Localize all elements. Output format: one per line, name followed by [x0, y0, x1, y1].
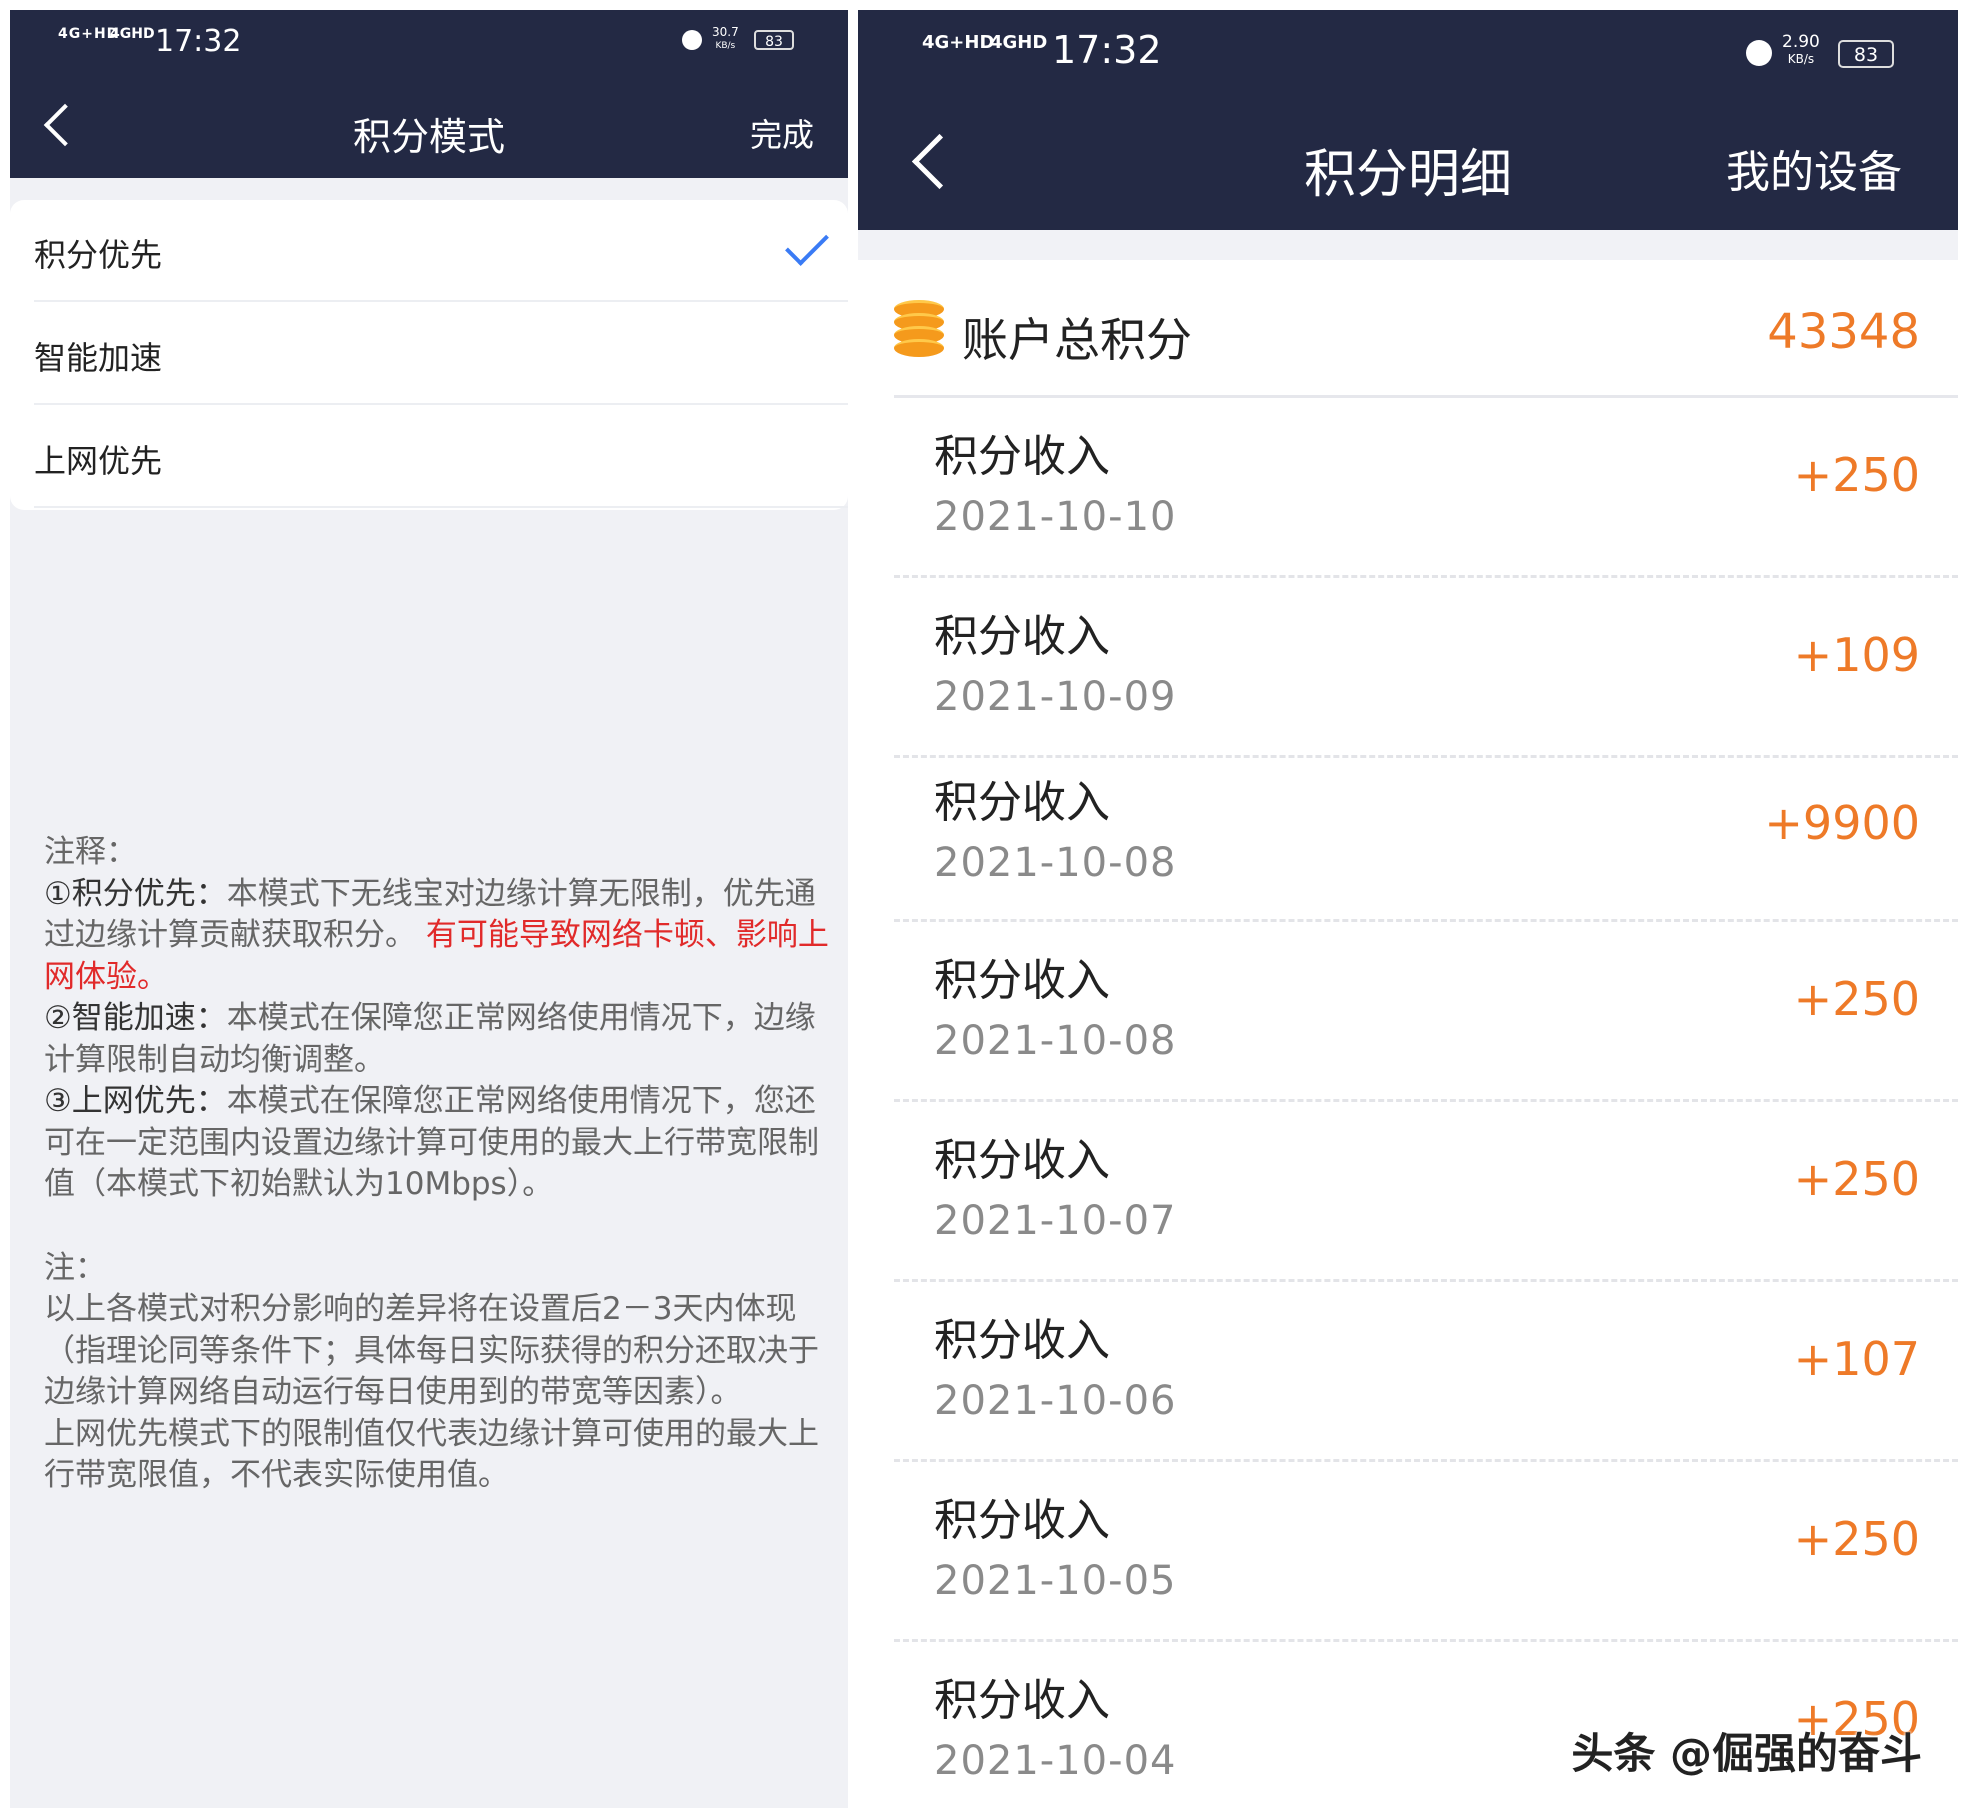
note-item-1-title: ①积分优先：: [44, 875, 227, 912]
mode-options-list: 积分优先 智能加速 上网优先: [10, 200, 848, 510]
record-amount: +107: [1793, 1332, 1920, 1386]
total-points-row: 账户总积分 43348: [858, 260, 1958, 398]
mode-settings-screen: 4G+HD 4GHD 17:32 30.7 KB/s 83 积分模式 完成 积分…: [10, 10, 848, 1808]
record-amount: +109: [1793, 628, 1920, 682]
note-item-3: ③上网优先：本模式在保障您正常网络使用情况下，您还可在一定范围内设置边缘计算可使…: [44, 1081, 834, 1206]
status-time: 17:32: [1052, 28, 1162, 72]
watermark: 头条 @倔强的奋斗: [1571, 1729, 1922, 1778]
speed-value: 2.90: [1782, 32, 1820, 52]
nav-bar: 积分明细 我的设备: [858, 96, 1958, 230]
total-points-value: 43348: [1767, 304, 1920, 360]
list-item[interactable]: 积分收入 2021-10-06 +107: [894, 1282, 1958, 1462]
signal-4g-icon: 4GHD: [990, 32, 1048, 53]
nav-bar: 积分模式 完成: [10, 84, 848, 178]
signal-4g-plus-icon: 4G+HD: [922, 32, 995, 53]
note-heading: 注：: [44, 1249, 106, 1286]
record-date: 2021-10-08: [934, 840, 1177, 886]
network-speed: 30.7 KB/s: [712, 26, 739, 52]
record-label: 积分收入: [934, 611, 1110, 662]
notes-heading: 注释：: [44, 834, 137, 870]
option-label: 积分优先: [34, 236, 163, 274]
signal-4g-icon: 4GHD: [110, 26, 155, 42]
points-detail-screen: 4G+HD 4GHD 17:32 2.90 KB/s 83 积分明细 我的设备 …: [858, 10, 1958, 1808]
checkmark-icon: [785, 222, 829, 266]
record-date: 2021-10-06: [934, 1378, 1177, 1424]
coin-stack-icon: [894, 300, 944, 358]
battery-icon: 83: [754, 30, 794, 50]
list-item[interactable]: 积分收入 2021-10-09 +109: [894, 578, 1958, 758]
record-amount: +250: [1793, 448, 1920, 502]
status-bar: 4G+HD 4GHD 17:32 2.90 KB/s 83: [858, 10, 1958, 96]
page-title: 积分模式: [352, 115, 505, 159]
record-amount: +9900: [1764, 796, 1920, 850]
list-item[interactable]: 积分收入 2021-10-08 +9900: [894, 758, 1958, 922]
note-item-2: ②智能加速：本模式在保障您正常网络使用情况下，边缘计算限制自动均衡调整。: [44, 998, 834, 1081]
option-points-priority[interactable]: 积分优先: [34, 200, 848, 302]
total-points-label: 账户总积分: [962, 313, 1192, 367]
alarm-icon: [1746, 40, 1772, 66]
record-label: 积分收入: [934, 1495, 1110, 1546]
section-divider: [858, 230, 1958, 260]
option-smart-boost[interactable]: 智能加速: [34, 303, 848, 405]
option-label: 智能加速: [34, 339, 163, 377]
record-label: 积分收入: [934, 777, 1110, 828]
record-date: 2021-10-05: [934, 1558, 1177, 1604]
battery-icon: 83: [1838, 40, 1894, 68]
my-device-button[interactable]: 我的设备: [1726, 136, 1902, 200]
record-date: 2021-10-09: [934, 674, 1177, 720]
option-internet-priority[interactable]: 上网优先: [34, 406, 848, 508]
network-speed: 2.90 KB/s: [1782, 34, 1820, 67]
status-bar: 4G+HD 4GHD 17:32 30.7 KB/s 83: [10, 10, 848, 84]
speed-unit: KB/s: [1787, 52, 1815, 66]
record-label: 积分收入: [934, 955, 1110, 1006]
alarm-icon: [682, 30, 702, 50]
list-item[interactable]: 积分收入 2021-10-05 +250: [894, 1462, 1958, 1642]
record-date: 2021-10-08: [934, 1018, 1177, 1064]
notes-section: 注释： ①积分优先：本模式下无线宝对边缘计算无限制，优先通过边缘计算贡献获取积分…: [44, 832, 834, 1497]
note-item-3-title: ③上网优先：: [44, 1083, 227, 1119]
record-label: 积分收入: [934, 1135, 1110, 1186]
speed-value: 30.7: [712, 25, 739, 39]
done-button[interactable]: 完成: [750, 110, 814, 156]
option-label: 上网优先: [34, 442, 163, 480]
speed-unit: KB/s: [715, 41, 736, 51]
note-text-2: 上网优先模式下的限制值仅代表边缘计算可使用的最大上行带宽限值，不代表实际使用值。: [44, 1415, 819, 1494]
record-amount: +250: [1793, 1512, 1920, 1566]
record-amount: +250: [1793, 1152, 1920, 1206]
record-date: 2021-10-10: [934, 494, 1177, 540]
record-label: 积分收入: [934, 431, 1110, 482]
record-date: 2021-10-07: [934, 1198, 1177, 1244]
status-time: 17:32: [155, 24, 242, 59]
list-item[interactable]: 积分收入 2021-10-08 +250: [894, 922, 1958, 1102]
note-item-1: ①积分优先：本模式下无线宝对边缘计算无限制，优先通过边缘计算贡献获取积分。 有可…: [44, 874, 834, 999]
record-label: 积分收入: [934, 1675, 1110, 1726]
record-amount: +250: [1793, 972, 1920, 1026]
record-label: 积分收入: [934, 1315, 1110, 1366]
record-date: 2021-10-04: [934, 1738, 1177, 1784]
note-item-2-title: ②智能加速：: [44, 1000, 227, 1036]
list-item[interactable]: 积分收入 2021-10-07 +250: [894, 1102, 1958, 1282]
note-text-1: 以上各模式对积分影响的差异将在设置后2－3天内体现（指理论同等条件下；具体每日实…: [44, 1291, 819, 1410]
list-item[interactable]: 积分收入 2021-10-10 +250: [894, 398, 1958, 578]
